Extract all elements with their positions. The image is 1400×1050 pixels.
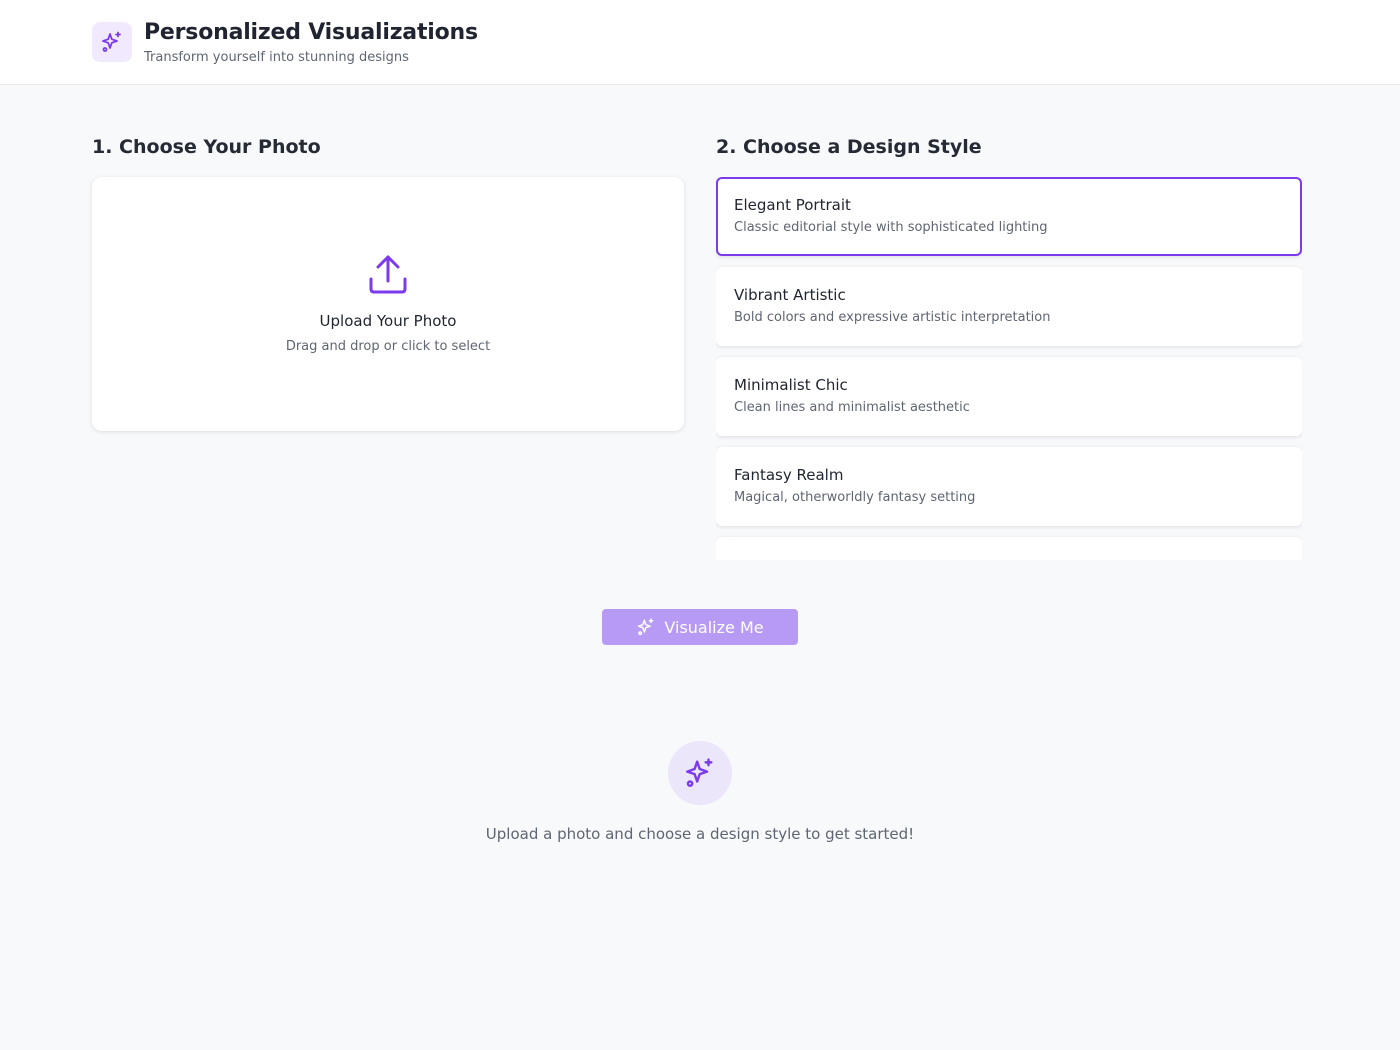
app-header: Personalized Visualizations Transform yo… <box>0 0 1400 85</box>
style-section-title: 2. Choose a Design Style <box>716 136 982 158</box>
style-description: Clean lines and minimalist aesthetic <box>734 400 970 415</box>
upload-dropzone[interactable]: Upload Your Photo Drag and drop or click… <box>92 177 684 431</box>
style-card-fantasy-realm[interactable]: Fantasy Realm Magical, otherworldly fant… <box>716 447 1302 526</box>
style-card-vibrant-artistic[interactable]: Vibrant Artistic Bold colors and express… <box>716 267 1302 346</box>
page-subtitle: Transform yourself into stunning designs <box>144 49 409 65</box>
visualize-container: Visualize Me <box>602 609 798 645</box>
style-card-elegant-portrait[interactable]: Elegant Portrait Classic editorial style… <box>716 177 1302 256</box>
page-title: Personalized Visualizations <box>144 19 478 45</box>
photo-section-title: 1. Choose Your Photo <box>92 136 321 158</box>
style-card-minimalist-chic[interactable]: Minimalist Chic Clean lines and minimali… <box>716 357 1302 436</box>
sparkles-icon <box>683 756 717 790</box>
sparkles-icon <box>100 30 124 54</box>
visualize-button[interactable]: Visualize Me <box>602 609 798 645</box>
style-name: Fantasy Realm <box>734 466 844 484</box>
style-list[interactable]: Elegant Portrait Classic editorial style… <box>716 177 1302 560</box>
upload-hint: Drag and drop or click to select <box>285 339 491 354</box>
style-description: Bold colors and expressive artistic inte… <box>734 310 1051 325</box>
photo-section: 1. Choose Your Photo Upload Your Photo D… <box>92 137 684 431</box>
style-name: Minimalist Chic <box>734 376 848 394</box>
empty-state: Upload a photo and choose a design style… <box>0 741 1400 843</box>
upload-title: Upload Your Photo <box>319 312 457 330</box>
empty-state-message: Upload a photo and choose a design style… <box>485 825 915 843</box>
style-description: Magical, otherworldly fantasy setting <box>734 490 976 505</box>
style-section: 2. Choose a Design Style Elegant Portrai… <box>716 137 1302 560</box>
sparkles-icon <box>636 617 656 637</box>
upload-icon <box>366 252 410 296</box>
style-name: Vibrant Artistic <box>734 286 846 304</box>
visualize-label: Visualize Me <box>664 617 764 637</box>
empty-state-icon-circle <box>668 741 732 805</box>
style-description: Classic editorial style with sophisticat… <box>734 220 1048 235</box>
logo <box>92 22 132 62</box>
header-text: Personalized Visualizations Transform yo… <box>144 20 478 65</box>
style-name: Elegant Portrait <box>734 196 851 214</box>
style-card-partial[interactable] <box>716 537 1302 560</box>
